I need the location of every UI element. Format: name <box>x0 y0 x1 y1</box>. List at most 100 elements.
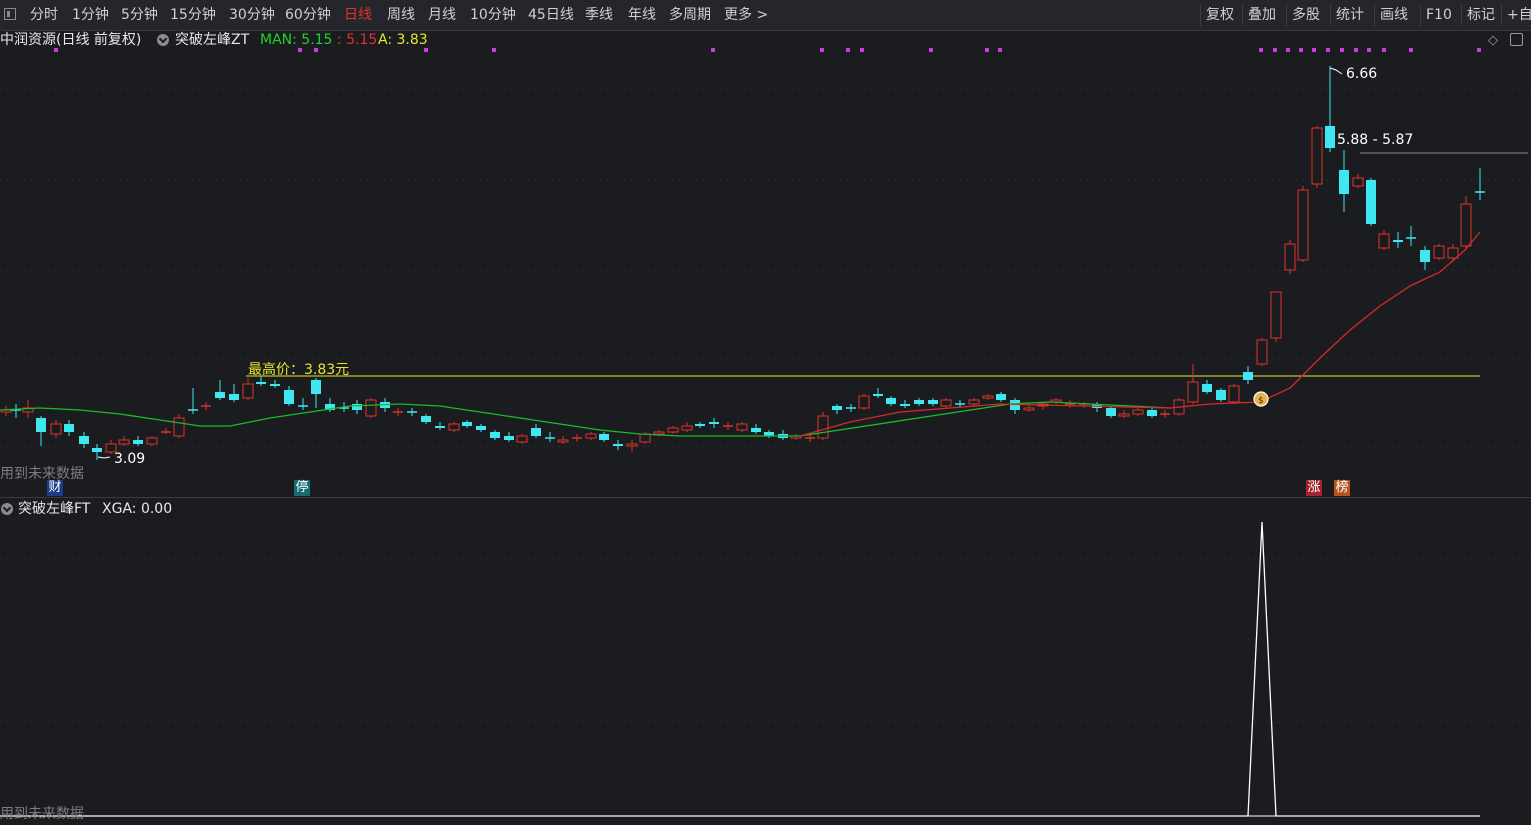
dropdown-circle-icon[interactable] <box>157 34 169 46</box>
candlestick[interactable] <box>531 424 541 438</box>
candlestick[interactable] <box>215 380 225 400</box>
period-tab-12[interactable]: 年线 <box>628 0 656 30</box>
candlestick[interactable] <box>1187 364 1199 404</box>
candlestick[interactable] <box>613 440 623 450</box>
candlestick[interactable] <box>1270 291 1282 342</box>
candlestick[interactable] <box>79 432 89 448</box>
candlestick[interactable] <box>1447 244 1459 262</box>
candlestick[interactable] <box>667 426 679 434</box>
toolbar-button-2[interactable]: 多股 <box>1292 0 1320 30</box>
candlestick[interactable] <box>133 436 143 446</box>
candlestick[interactable] <box>1297 186 1309 262</box>
period-tab-14[interactable]: 更多 > <box>724 0 768 30</box>
candlestick[interactable] <box>790 434 802 440</box>
candlestick[interactable] <box>886 396 896 406</box>
candlestick[interactable] <box>1132 408 1144 416</box>
candlestick[interactable] <box>858 394 870 410</box>
candlestick[interactable] <box>490 430 500 440</box>
period-tab-2[interactable]: 5分钟 <box>121 0 158 30</box>
candlestick[interactable] <box>1202 380 1212 394</box>
candlestick[interactable] <box>284 386 294 406</box>
candlestick[interactable] <box>146 436 158 446</box>
candlestick[interactable] <box>1065 400 1075 408</box>
candlestick[interactable] <box>1378 230 1390 250</box>
candlestick[interactable] <box>1460 196 1472 248</box>
period-tab-5[interactable]: 60分钟 <box>285 0 331 30</box>
candlestick[interactable] <box>504 432 514 442</box>
candlestick[interactable] <box>599 432 609 442</box>
candlestick[interactable] <box>900 400 910 408</box>
candlestick[interactable] <box>242 378 254 400</box>
toolbar-button-5[interactable]: F10 <box>1426 0 1452 30</box>
candlestick[interactable] <box>1420 246 1430 270</box>
money-bag-icon[interactable]: $ <box>1253 391 1269 407</box>
candlestick[interactable] <box>557 436 569 444</box>
candlestick[interactable] <box>365 398 377 418</box>
candlestick[interactable] <box>201 402 211 410</box>
toolbar-button-4[interactable]: 画线 <box>1380 0 1408 30</box>
finance-tag[interactable]: 财 <box>47 480 63 496</box>
candlestick[interactable] <box>545 432 555 442</box>
candlestick[interactable] <box>764 430 774 438</box>
candlestick[interactable] <box>982 394 994 400</box>
period-tab-9[interactable]: 10分钟 <box>470 0 516 30</box>
candlestick[interactable] <box>352 400 362 414</box>
candlestick[interactable] <box>940 398 952 408</box>
candlestick[interactable] <box>1216 388 1226 402</box>
candlestick[interactable] <box>1243 366 1253 384</box>
candlestick[interactable] <box>270 380 280 388</box>
toolbar-button-3[interactable]: 统计 <box>1336 0 1364 30</box>
candlestick[interactable] <box>626 440 638 452</box>
candlestick[interactable] <box>1106 406 1116 418</box>
candlestick[interactable] <box>572 434 582 442</box>
diamond-icon[interactable]: ◇ <box>1488 33 1498 48</box>
candlestick[interactable] <box>1010 398 1020 414</box>
window-icon[interactable] <box>4 8 16 20</box>
period-tab-11[interactable]: 季线 <box>585 0 613 30</box>
candlestick[interactable] <box>311 378 321 408</box>
candlestick[interactable] <box>1118 410 1130 418</box>
candlestick[interactable] <box>1228 384 1240 404</box>
period-tab-0[interactable]: 分时 <box>30 0 58 30</box>
candlestick-chart[interactable]: $ <box>0 48 1531 498</box>
period-tab-1[interactable]: 1分钟 <box>72 0 109 30</box>
toolbar-button-1[interactable]: 叠加 <box>1248 0 1276 30</box>
candlestick[interactable] <box>118 436 130 446</box>
toolbar-button-6[interactable]: 标记 <box>1467 0 1495 30</box>
candlestick[interactable] <box>1325 66 1335 152</box>
candlestick[interactable] <box>817 412 829 440</box>
period-tab-3[interactable]: 15分钟 <box>170 0 216 30</box>
candlestick[interactable] <box>1352 174 1364 188</box>
candlestick[interactable] <box>1433 244 1445 260</box>
candlestick[interactable] <box>914 398 924 406</box>
toolbar-button-7[interactable]: +自 <box>1507 0 1531 30</box>
candlestick[interactable] <box>1366 178 1376 226</box>
period-tab-4[interactable]: 30分钟 <box>229 0 275 30</box>
candlestick[interactable] <box>1037 402 1049 410</box>
candlestick[interactable] <box>1311 126 1323 188</box>
panel-toggle-icon[interactable] <box>1510 33 1523 46</box>
candlestick[interactable] <box>1284 240 1296 274</box>
candlestick[interactable] <box>873 388 883 398</box>
candlestick[interactable] <box>846 404 856 412</box>
candlestick[interactable] <box>407 408 417 416</box>
candlestick[interactable] <box>1475 168 1485 200</box>
candlestick[interactable] <box>298 398 308 410</box>
limit-up-tag[interactable]: 涨 <box>1306 480 1322 496</box>
candlestick[interactable] <box>585 432 597 440</box>
candlestick[interactable] <box>1147 408 1157 418</box>
candlestick[interactable] <box>1256 338 1268 366</box>
candlestick[interactable] <box>723 422 733 430</box>
candlestick[interactable] <box>996 392 1006 402</box>
ranking-tag[interactable]: 榜 <box>1334 480 1350 496</box>
candlestick[interactable] <box>435 422 445 430</box>
candlestick[interactable] <box>448 422 460 432</box>
candlestick[interactable] <box>0 406 12 416</box>
candlestick[interactable] <box>751 424 761 434</box>
candlestick[interactable] <box>832 404 842 414</box>
candlestick[interactable] <box>928 398 938 406</box>
candlestick[interactable] <box>421 414 431 424</box>
suspend-tag[interactable]: 停 <box>294 480 310 496</box>
candlestick[interactable] <box>681 422 693 432</box>
candlestick[interactable] <box>36 416 46 446</box>
